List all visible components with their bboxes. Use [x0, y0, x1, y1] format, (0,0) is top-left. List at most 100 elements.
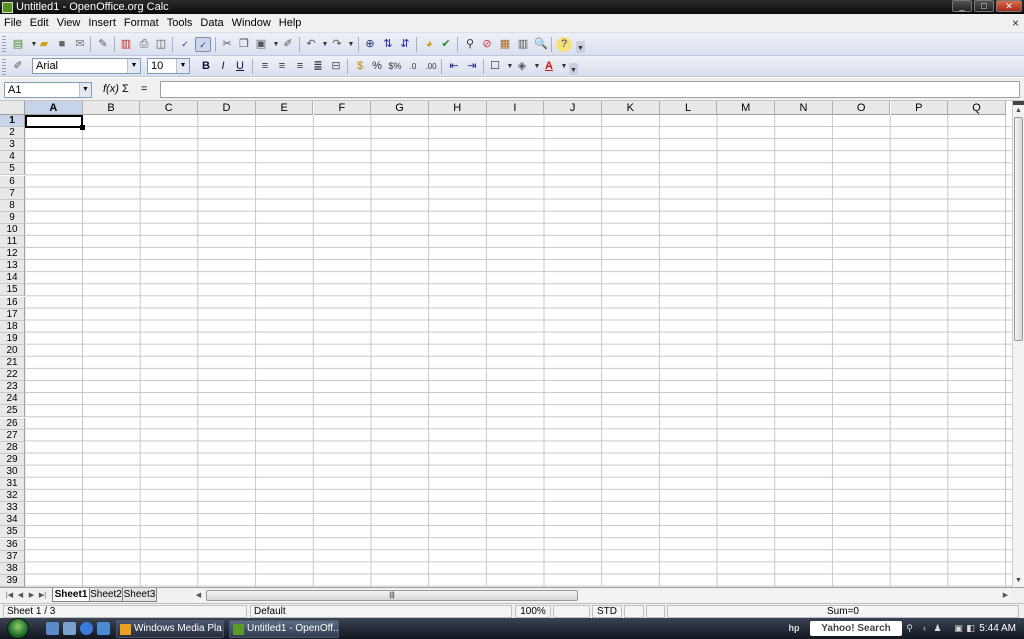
- row-header-9[interactable]: 9: [0, 211, 25, 224]
- vertical-scroll-thumb[interactable]: [1014, 117, 1023, 341]
- row-header-39[interactable]: 39: [0, 574, 25, 587]
- row-header-23[interactable]: 23: [0, 381, 25, 394]
- row-header-7[interactable]: 7: [0, 187, 25, 200]
- scroll-left-icon[interactable]: ◀: [193, 590, 204, 601]
- merge-cells-icon[interactable]: ⊟: [328, 59, 344, 74]
- toolbar-grip[interactable]: [2, 36, 6, 52]
- row-header-14[interactable]: 14: [0, 272, 25, 285]
- chevron-down-icon[interactable]: ▼: [176, 59, 189, 73]
- row-header-38[interactable]: 38: [0, 562, 25, 575]
- align-center-icon[interactable]: ≡: [274, 59, 290, 74]
- row-header-29[interactable]: 29: [0, 453, 25, 466]
- row-header-3[interactable]: 3: [0, 139, 25, 152]
- active-cell-cursor[interactable]: [25, 115, 83, 128]
- column-header-f[interactable]: F: [313, 101, 372, 115]
- sheet-tab-1[interactable]: Sheet1: [52, 588, 90, 602]
- row-header-26[interactable]: 26: [0, 417, 25, 430]
- row-header-34[interactable]: 34: [0, 514, 25, 527]
- menu-data[interactable]: Data: [196, 17, 227, 29]
- toolbar-overflow-icon[interactable]: ▼: [576, 41, 585, 53]
- menu-help[interactable]: Help: [275, 17, 306, 29]
- scroll-down-icon[interactable]: ▼: [1013, 575, 1024, 587]
- font-name-combo[interactable]: Arial ▼: [32, 58, 141, 74]
- formula-input[interactable]: [160, 81, 1020, 98]
- row-header-21[interactable]: 21: [0, 357, 25, 370]
- delete-decimal-icon[interactable]: .00: [423, 59, 439, 74]
- font-color-icon[interactable]: A: [541, 59, 557, 74]
- column-header-d[interactable]: D: [198, 101, 256, 115]
- menu-edit[interactable]: Edit: [26, 17, 53, 29]
- menu-tools[interactable]: Tools: [163, 17, 197, 29]
- datapilot-icon[interactable]: ✔: [438, 37, 454, 52]
- prev-sheet-icon[interactable]: ◀: [15, 590, 26, 601]
- hyperlink-icon[interactable]: ⊕: [362, 37, 378, 52]
- row-header-4[interactable]: 4: [0, 151, 25, 164]
- row-header-27[interactable]: 27: [0, 429, 25, 442]
- edit-file-icon[interactable]: ✎: [95, 37, 111, 52]
- align-left-icon[interactable]: ≡: [257, 59, 273, 74]
- yahoo-search-box[interactable]: Yahoo! Search: [810, 621, 902, 636]
- navigator-icon[interactable]: ⊘: [479, 37, 495, 52]
- row-header-30[interactable]: 30: [0, 465, 25, 478]
- row-header-36[interactable]: 36: [0, 538, 25, 551]
- print-preview-icon[interactable]: ◫: [153, 37, 169, 52]
- row-header-37[interactable]: 37: [0, 550, 25, 563]
- chevron-left-icon[interactable]: ‹: [919, 623, 930, 634]
- column-header-a[interactable]: A: [25, 101, 83, 115]
- row-header-33[interactable]: 33: [0, 502, 25, 515]
- currency-format-icon[interactable]: $: [352, 59, 368, 74]
- row-header-6[interactable]: 6: [0, 175, 25, 188]
- zoom-icon[interactable]: 🔍: [533, 37, 549, 52]
- media-icon[interactable]: [97, 622, 110, 635]
- row-header-1[interactable]: 1: [0, 115, 25, 128]
- redo-dropdown-icon[interactable]: ▼: [343, 37, 359, 52]
- save-icon[interactable]: ■: [54, 37, 70, 52]
- row-header-20[interactable]: 20: [0, 344, 25, 357]
- row-header-16[interactable]: 16: [0, 296, 25, 309]
- column-header-o[interactable]: O: [832, 101, 891, 115]
- menu-view[interactable]: View: [53, 17, 85, 29]
- column-header-n[interactable]: N: [775, 101, 833, 115]
- standard-number-format-icon[interactable]: $%: [387, 59, 403, 74]
- export-pdf-icon[interactable]: ▥: [118, 37, 134, 52]
- font-size-combo[interactable]: 10 ▼: [147, 58, 190, 74]
- cell-area[interactable]: [25, 115, 1012, 587]
- row-header-24[interactable]: 24: [0, 393, 25, 406]
- search-icon[interactable]: ⚲: [904, 623, 915, 634]
- add-decimal-icon[interactable]: .0: [405, 59, 421, 74]
- italic-button[interactable]: I: [215, 59, 231, 74]
- column-header-e[interactable]: E: [255, 101, 314, 115]
- horizontal-scroll-thumb[interactable]: |||: [206, 590, 578, 601]
- select-all-corner[interactable]: [0, 101, 25, 115]
- column-header-h[interactable]: H: [428, 101, 487, 115]
- vertical-scrollbar[interactable]: ▲ ▼: [1012, 101, 1024, 587]
- percent-format-icon[interactable]: %: [369, 59, 385, 74]
- align-right-icon[interactable]: ≡: [292, 59, 308, 74]
- function-icon[interactable]: =: [141, 83, 147, 95]
- autospellcheck-icon[interactable]: ✓: [195, 37, 211, 52]
- volume-icon[interactable]: ◧: [965, 623, 976, 634]
- first-sheet-icon[interactable]: |◀: [4, 590, 15, 601]
- minimize-button[interactable]: _: [952, 0, 972, 12]
- paste-icon[interactable]: ▣: [253, 37, 269, 52]
- data-sources-icon[interactable]: ▥: [515, 37, 531, 52]
- show-desktop-icon[interactable]: [46, 622, 59, 635]
- row-header-10[interactable]: 10: [0, 223, 25, 236]
- function-wizard-icon[interactable]: f(x): [103, 83, 119, 95]
- close-button[interactable]: ✕: [996, 0, 1022, 12]
- row-header-25[interactable]: 25: [0, 405, 25, 418]
- bold-button[interactable]: B: [198, 59, 214, 74]
- row-header-32[interactable]: 32: [0, 490, 25, 503]
- gallery-icon[interactable]: ▦: [497, 37, 513, 52]
- last-sheet-icon[interactable]: ▶|: [37, 590, 48, 601]
- new-document-icon[interactable]: ▤: [10, 37, 26, 52]
- row-header-13[interactable]: 13: [0, 260, 25, 273]
- switch-windows-icon[interactable]: [63, 622, 76, 635]
- sum-icon[interactable]: Σ: [122, 83, 129, 95]
- underline-button[interactable]: U: [232, 59, 248, 74]
- sort-descending-icon[interactable]: ⇵: [397, 37, 413, 52]
- email-icon[interactable]: ✉: [72, 37, 88, 52]
- menu-window[interactable]: Window: [228, 17, 275, 29]
- column-header-b[interactable]: B: [82, 101, 141, 115]
- row-header-11[interactable]: 11: [0, 236, 25, 249]
